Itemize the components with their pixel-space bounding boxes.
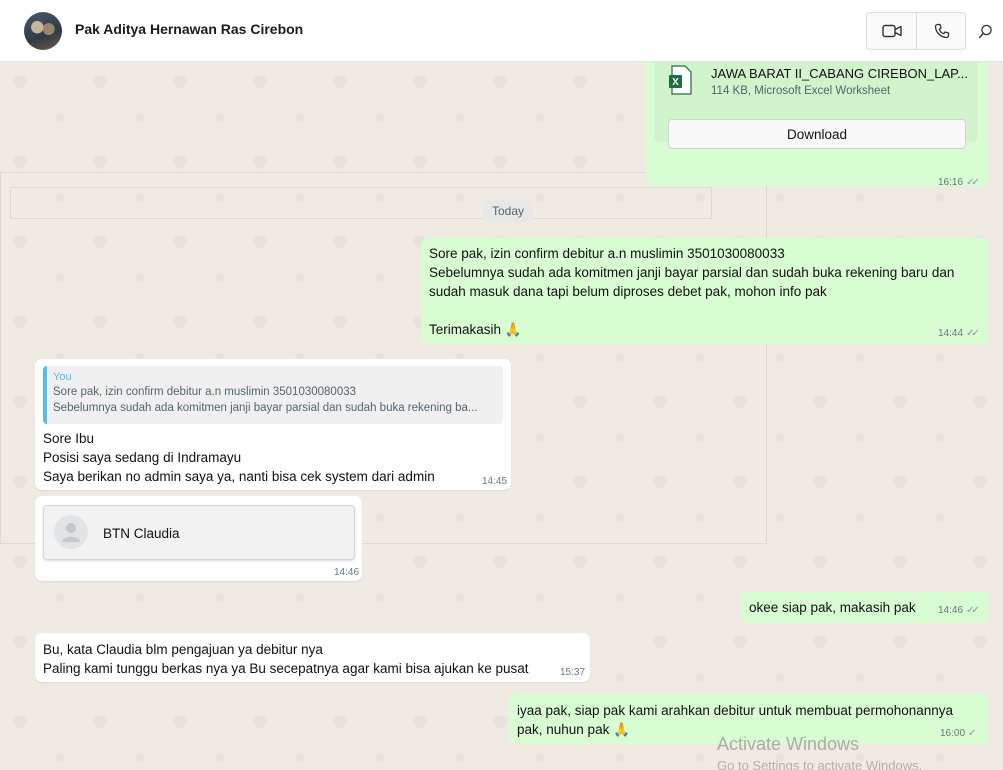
quote-author: You	[53, 371, 72, 383]
day-separator: Today	[483, 200, 533, 222]
message-line: Saya berikan no admin saya ya, nanti bis…	[43, 469, 435, 484]
contact-card-name: BTN Claudia	[103, 526, 180, 541]
message-line: Paling kami tunggu berkas nya ya Bu sece…	[43, 661, 529, 676]
file-meta: 114 KB, Microsoft Excel Worksheet	[711, 85, 891, 97]
video-call-button[interactable]	[867, 13, 916, 49]
read-ticks-icon: ✓✓	[966, 328, 980, 339]
message-line: okee siap pak, makasih pak	[749, 600, 916, 615]
outgoing-message-bubble[interactable]: okee siap pak, makasih pak 14:46 ✓✓	[741, 592, 988, 623]
voice-call-button[interactable]	[917, 13, 966, 49]
message-line: Terimakasih 🙏	[429, 322, 522, 337]
incoming-message-bubble[interactable]: You Sore pak, izin confirm debitur a.n m…	[35, 359, 511, 490]
chat-area[interactable]: X JAWA BARAT II_CABANG CIREBON_LAP... 11…	[0, 62, 1003, 770]
download-button[interactable]: Download	[668, 119, 966, 149]
message-line: iyaa pak, siap pak kami arahkan debitur …	[517, 703, 954, 718]
quoted-message[interactable]: You Sore pak, izin confirm debitur a.n m…	[43, 366, 503, 424]
read-ticks-icon: ✓✓	[966, 177, 980, 188]
message-time: 15:37	[560, 667, 586, 678]
excel-file-icon: X	[668, 65, 694, 95]
activate-windows-watermark: Activate Windows	[717, 734, 860, 754]
message-line: Posisi saya sedang di Indramayu	[43, 450, 242, 465]
contact-card[interactable]: BTN Claudia	[43, 505, 355, 560]
read-ticks-icon: ✓✓	[966, 605, 980, 616]
file-name: JAWA BARAT II_CABANG CIREBON_LAP...	[711, 66, 968, 81]
call-buttons-group	[866, 12, 966, 50]
contact-avatar-placeholder-icon	[54, 515, 88, 549]
incoming-message-bubble[interactable]: Bu, kata Claudia blm pengajuan ya debitu…	[35, 633, 590, 682]
quote-line: Sebelumnya sudah ada komitmen janji baya…	[53, 402, 478, 414]
sent-tick-icon: ✓	[968, 728, 977, 739]
message-line: Sore Ibu	[43, 431, 95, 446]
contact-name[interactable]: Pak Aditya Hernawan Ras Cirebon	[75, 21, 303, 37]
message-line: Bu, kata Claudia blm pengajuan ya debitu…	[43, 642, 323, 657]
chat-header: Pak Aditya Hernawan Ras Cirebon	[0, 0, 1003, 62]
phone-icon	[934, 23, 949, 39]
message-time: 16:00 ✓	[940, 728, 977, 739]
search-icon	[978, 24, 992, 38]
svg-text:X: X	[672, 77, 679, 88]
search-button[interactable]	[970, 12, 1000, 50]
activate-windows-hint: Go to Settings to activate Windows.	[717, 758, 923, 770]
message-line: Sore pak, izin confirm debitur a.n musli…	[429, 246, 785, 261]
outgoing-message-bubble[interactable]: Sore pak, izin confirm debitur a.n musli…	[421, 238, 988, 344]
quote-line: Sore pak, izin confirm debitur a.n musli…	[53, 386, 357, 398]
ghost-overlay-bar	[10, 187, 712, 219]
video-camera-icon	[881, 24, 902, 38]
message-line: sudah masuk dana tapi belum diproses deb…	[429, 284, 827, 299]
message-time: 14:44 ✓✓	[938, 328, 980, 339]
message-time: 14:46 ✓✓	[938, 605, 980, 616]
contact-avatar[interactable]	[24, 12, 62, 50]
file-message-bubble[interactable]: X JAWA BARAT II_CABANG CIREBON_LAP... 11…	[646, 62, 988, 188]
incoming-contact-bubble[interactable]: BTN Claudia 14:46	[35, 496, 362, 581]
message-time: 16:16 ✓✓	[938, 177, 980, 188]
message-line: Sebelumnya sudah ada komitmen janji baya…	[429, 265, 955, 280]
message-line: pak, nuhun pak 🙏	[517, 722, 630, 737]
message-time: 14:45	[482, 476, 508, 487]
message-time: 14:46	[334, 567, 360, 578]
